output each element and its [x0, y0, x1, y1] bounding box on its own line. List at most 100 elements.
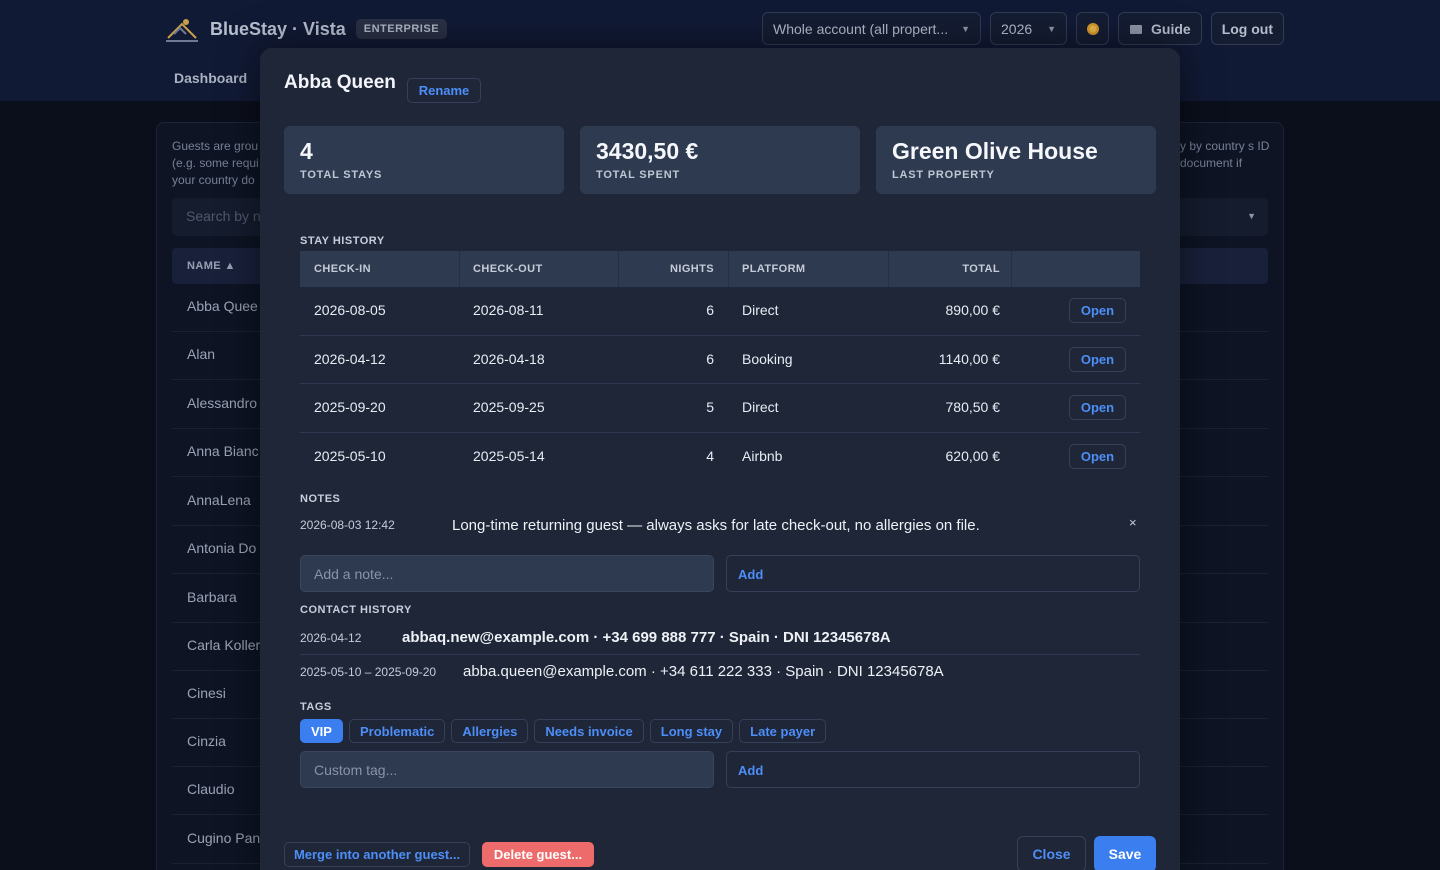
add-note-button[interactable]: Add: [726, 555, 1140, 592]
sun-icon: [1086, 22, 1099, 35]
chevron-down-icon: ▼: [1247, 211, 1256, 221]
note-timestamp: 2026-08-03 12:42: [300, 518, 395, 532]
table-row: 2025-09-20 2025-09-25 5 Direct 780,50 € …: [300, 384, 1140, 433]
nights-cell: 4: [706, 447, 714, 464]
checkout-cell: 2026-04-18: [473, 350, 545, 367]
name-column-header[interactable]: NAME ▲: [187, 260, 236, 272]
add-tag-button[interactable]: Add: [726, 751, 1140, 788]
contact-period: 2026-04-12: [300, 631, 362, 645]
modal-title: Abba Queen: [284, 72, 396, 93]
custom-tag-input[interactable]: Custom tag...: [300, 751, 714, 788]
book-icon: [1130, 24, 1143, 34]
guest-name: Carla Koller: [187, 637, 261, 653]
guest-name: Cinesi: [187, 685, 226, 701]
merge-guest-button[interactable]: Merge into another guest...: [284, 842, 470, 867]
checkin-cell: 2025-09-20: [314, 399, 386, 415]
guest-name: Alessandro: [187, 395, 258, 411]
total-cell: 780,50 €: [945, 399, 1001, 415]
contact-history-heading: CONTACT HISTORY: [300, 604, 412, 616]
checkout-cell: 2025-09-25: [473, 399, 545, 415]
table-row: 2025-05-10 2025-05-14 4 Airbnb 620,00 € …: [300, 433, 1140, 482]
brand[interactable]: BlueStay · Vista ENTERPRISE: [164, 14, 448, 44]
notes-heading: NOTES: [300, 493, 341, 505]
rename-button[interactable]: Rename: [407, 78, 481, 103]
total-cell: 890,00 €: [945, 302, 1001, 318]
stat-total-spent: 3430,50 € TOTAL SPENT: [580, 126, 860, 194]
logo-icon: [166, 19, 198, 42]
logout-button[interactable]: Log out: [1210, 12, 1284, 45]
close-button[interactable]: Close: [1017, 836, 1086, 870]
tags-heading: TAGS: [300, 701, 332, 713]
checkout-cell: 2025-05-14: [473, 447, 545, 464]
year-select[interactable]: 2026 ▼: [990, 12, 1068, 45]
stat-label: LAST PROPERTY: [892, 169, 995, 181]
tag-vip[interactable]: VIP: [300, 719, 343, 743]
platform-column-header: PLATFORM: [742, 263, 806, 275]
column-divider: [728, 251, 729, 287]
tag-long-stay[interactable]: Long stay: [649, 719, 734, 743]
guest-name: Claudio: [187, 781, 235, 797]
total-cell: 1140,00 €: [938, 350, 1000, 367]
open-stay-button[interactable]: Open: [1069, 298, 1126, 323]
country-filter-select[interactable]: ▼: [1170, 198, 1268, 236]
checkout-column-header: CHECK-OUT: [473, 263, 543, 275]
nav-dashboard[interactable]: Dashboard: [174, 70, 247, 86]
chevron-down-icon: ▼: [1047, 23, 1057, 34]
open-stay-button[interactable]: Open: [1069, 443, 1126, 469]
year-select-value: 2026: [1001, 20, 1033, 37]
platform-cell: Direct: [742, 302, 779, 318]
total-cell: 620,00 €: [945, 447, 1001, 464]
checkin-column-header: CHECK-IN: [314, 263, 371, 275]
brand-name: BlueStay · Vista: [210, 18, 346, 39]
delete-note-icon[interactable]: ×: [1129, 515, 1137, 530]
tag-needs-invoice[interactable]: Needs invoice: [534, 719, 644, 743]
stat-last-property: Green Olive House LAST PROPERTY: [876, 126, 1156, 194]
contact-details: abba.queen@example.com · +34 611 222 333…: [463, 663, 944, 680]
open-stay-button[interactable]: Open: [1069, 395, 1126, 420]
column-divider: [1011, 251, 1012, 287]
guest-name: Antonia Do: [187, 540, 257, 556]
property-select-value: Whole account (all propert...: [773, 20, 949, 37]
contact-divider: [300, 654, 1140, 655]
theme-toggle-button[interactable]: [1076, 12, 1110, 45]
nights-column-header: NIGHTS: [670, 263, 714, 275]
stat-label: TOTAL STAYS: [300, 169, 383, 181]
checkin-cell: 2026-04-12: [314, 350, 386, 367]
save-button[interactable]: Save: [1094, 836, 1156, 870]
guide-label: Guide: [1151, 20, 1191, 37]
guide-button[interactable]: Guide: [1118, 12, 1202, 45]
stay-table-header: CHECK-IN CHECK-OUT NIGHTS PLATFORM TOTAL: [300, 251, 1140, 287]
nights-cell: 6: [706, 302, 714, 318]
guest-name: Barbara: [187, 589, 237, 605]
guest-detail-modal: Abba Queen Rename 4 TOTAL STAYS 3430,50 …: [260, 48, 1180, 870]
nights-cell: 6: [706, 350, 714, 367]
stat-label: TOTAL SPENT: [596, 169, 680, 181]
open-stay-button[interactable]: Open: [1069, 346, 1126, 372]
top-controls: Whole account (all propert... ▼ 2026 ▼ G…: [762, 12, 1284, 45]
note-text: Long-time returning guest — always asks …: [452, 517, 980, 534]
tag-allergies[interactable]: Allergies: [451, 719, 529, 743]
property-select[interactable]: Whole account (all propert... ▼: [762, 12, 982, 45]
table-row: 2026-04-12 2026-04-18 6 Booking 1140,00 …: [300, 336, 1140, 384]
table-row: 2026-08-05 2026-08-11 6 Direct 890,00 € …: [300, 287, 1140, 336]
note-input[interactable]: Add a note...: [300, 555, 714, 592]
delete-guest-button[interactable]: Delete guest...: [482, 842, 594, 867]
chevron-down-icon: ▼: [961, 23, 971, 34]
platform-cell: Airbnb: [742, 447, 783, 464]
guest-name: Anna Bianc: [187, 443, 259, 459]
platform-cell: Direct: [742, 399, 779, 415]
guest-name: Cugino Pan: [187, 830, 261, 846]
guest-name: AnnaLena: [187, 492, 251, 508]
stat-value: 3430,50 €: [596, 138, 699, 164]
stat-value: Green Olive House: [892, 138, 1098, 164]
tag-list: VIP Problematic Allergies Needs invoice …: [300, 719, 827, 743]
stat-value: 4: [300, 138, 313, 164]
tag-late-payer[interactable]: Late payer: [739, 719, 827, 743]
stay-history-table: CHECK-IN CHECK-OUT NIGHTS PLATFORM TOTAL…: [300, 251, 1140, 481]
guest-name: Alan: [187, 346, 216, 362]
total-column-header: TOTAL: [962, 263, 1000, 275]
checkout-cell: 2026-08-11: [473, 302, 544, 318]
guest-name: Abba Quee: [187, 298, 258, 314]
nights-cell: 5: [706, 399, 714, 415]
tag-problematic[interactable]: Problematic: [348, 719, 446, 743]
